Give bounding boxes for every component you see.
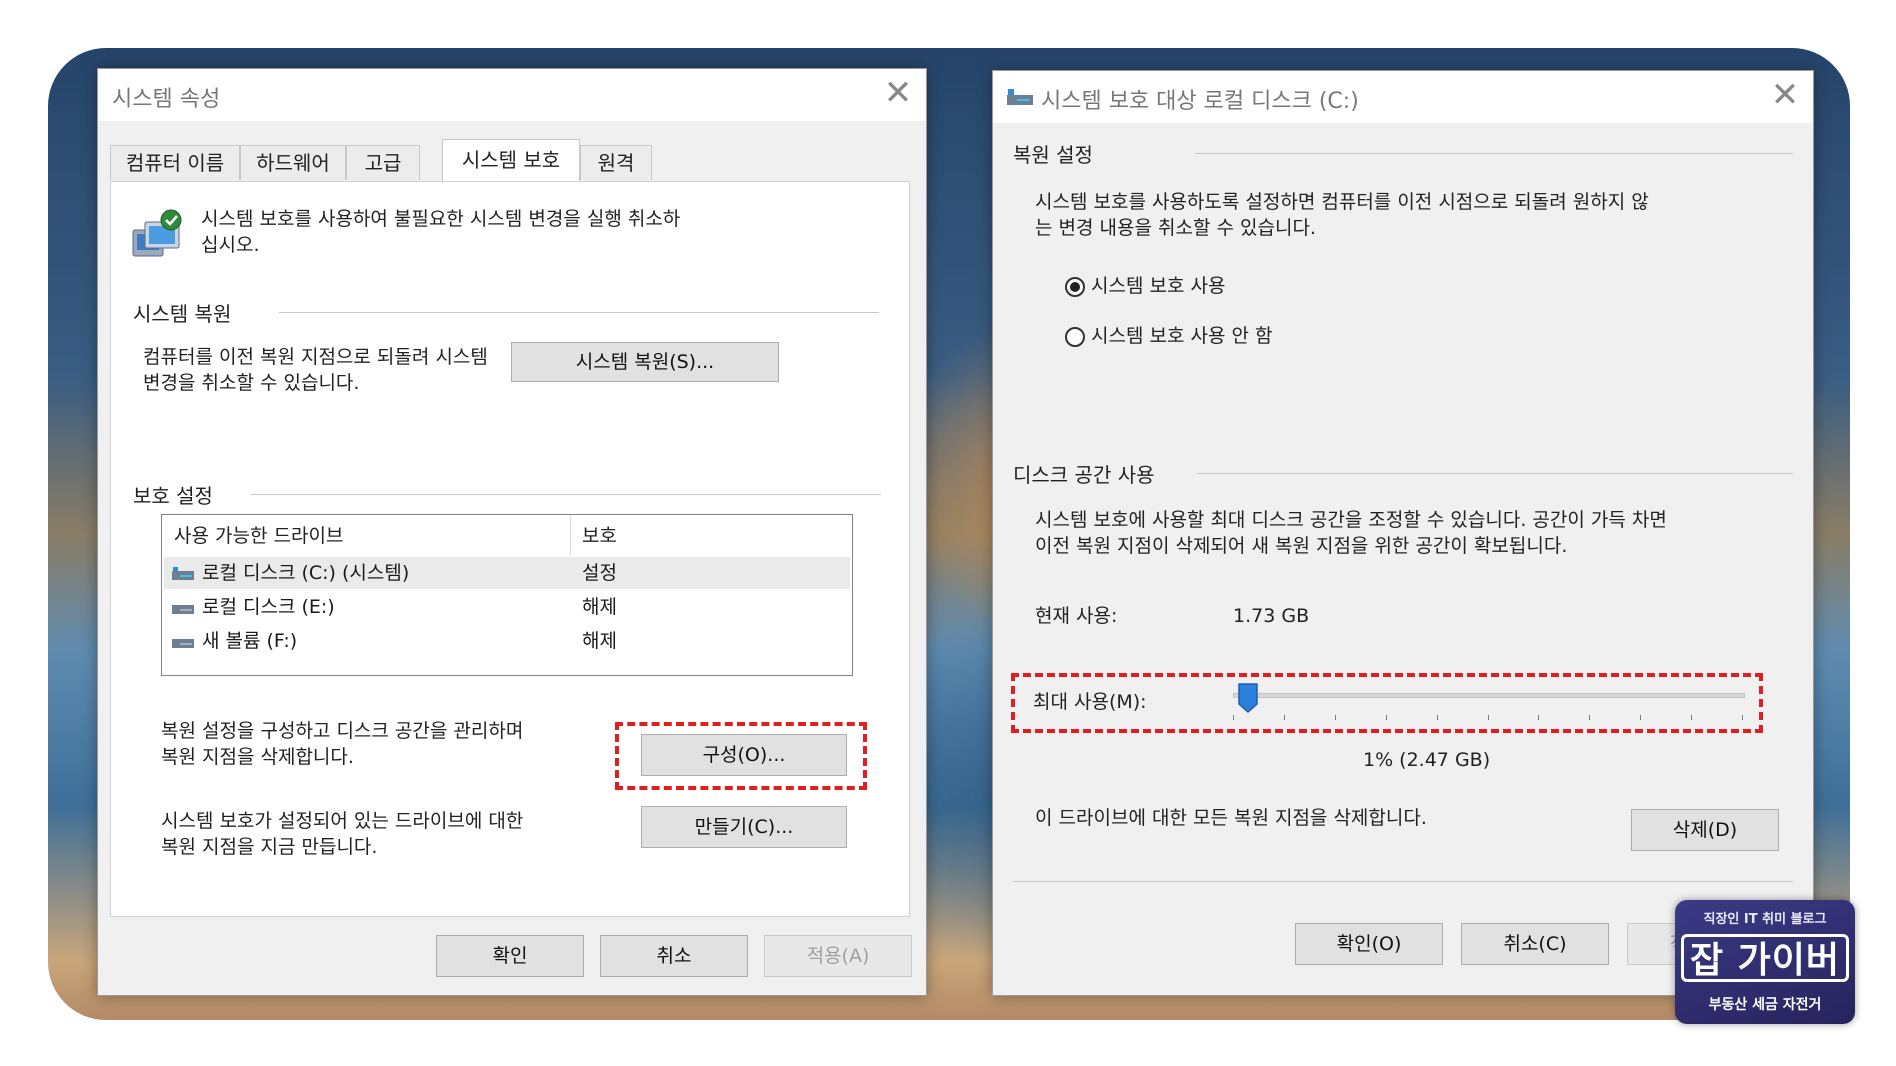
watermark-top-text: 직장인 IT 취미 블로그 (1703, 912, 1827, 927)
slider-tick (1335, 715, 1336, 720)
radio-label: 시스템 보호 사용 (1091, 275, 1226, 297)
drive-name: 로컬 디스크 (C:) (시스템) (202, 562, 410, 584)
ok-button[interactable]: 확인 (436, 935, 584, 977)
current-usage-label: 현재 사용: (1035, 605, 1118, 627)
slider-track[interactable] (1233, 693, 1745, 698)
divider (251, 494, 881, 495)
radio-button[interactable] (1065, 277, 1085, 297)
slider-tick (1640, 715, 1641, 720)
delete-button[interactable]: 삭제(D) (1631, 809, 1779, 851)
title-bar: 시스템 보호 대상 로컬 디스크 (C:) ✕ (993, 71, 1813, 123)
cancel-button[interactable]: 취소 (600, 935, 748, 977)
restore-settings-heading: 복원 설정 (1013, 143, 1093, 167)
current-usage-value: 1.73 GB (1233, 605, 1310, 627)
watermark-badge: 직장인 IT 취미 블로그 잡 가이버 부동산 세금 자전거 (1675, 900, 1855, 1024)
delete-description: 이 드라이브에 대한 모든 복원 지점을 삭제합니다. (1035, 807, 1427, 829)
slider-tick (1538, 715, 1539, 720)
create-description: 시스템 보호가 설정되어 있는 드라이브에 대한 복원 지점을 지금 만듭니다. (161, 810, 524, 858)
protection-settings-heading: 보호 설정 (133, 484, 213, 508)
watermark-logo: 잡 가이버 (1681, 934, 1849, 982)
drive-row[interactable]: 로컬 디스크 (C:) (시스템) 설정 (164, 557, 850, 589)
system-protection-icon (132, 209, 182, 257)
max-usage-label: 최대 사용(M): (1033, 691, 1147, 713)
drive-title-icon (1007, 89, 1033, 105)
slider-tick (1233, 715, 1234, 720)
drive-icon (172, 639, 194, 648)
disk-usage-heading: 디스크 공간 사용 (1013, 463, 1155, 487)
system-restore-heading: 시스템 복원 (133, 302, 232, 326)
drive-icon (172, 605, 194, 614)
create-button[interactable]: 만들기(C)... (641, 806, 847, 848)
system-properties-dialog: 시스템 속성 ✕ 컴퓨터 이름 하드웨어 고급 시스템 보호 원격 시스템 보호… (97, 68, 927, 996)
slider-tick (1386, 715, 1387, 720)
slider-tick (1488, 715, 1489, 720)
slider-tick (1589, 715, 1590, 720)
drive-list[interactable]: 사용 가능한 드라이브 보호 로컬 디스크 (C:) (시스템) 설정 로컬 디… (161, 514, 853, 676)
close-button[interactable]: ✕ (1765, 75, 1805, 115)
disk-usage-description: 시스템 보호에 사용할 최대 디스크 공간을 조정할 수 있습니다. 공간이 가… (1035, 509, 1667, 557)
column-header-protection[interactable]: 보호 (582, 521, 617, 548)
title-bar: 시스템 속성 ✕ (98, 69, 926, 121)
cancel-button[interactable]: 취소(C) (1461, 923, 1609, 965)
radio-enable-protection[interactable]: 시스템 보호 사용 (1065, 273, 1325, 301)
tab-hardware[interactable]: 하드웨어 (240, 145, 346, 180)
slider-tick (1691, 715, 1692, 720)
divider (1195, 153, 1793, 154)
radio-label: 시스템 보호 사용 안 함 (1091, 325, 1273, 347)
system-restore-button[interactable]: 시스템 복원(S)... (511, 342, 779, 382)
drive-protection-status: 해제 (582, 630, 617, 652)
radio-disable-protection[interactable]: 시스템 보호 사용 안 함 (1065, 323, 1365, 351)
system-drive-icon (172, 567, 194, 580)
tab-advanced[interactable]: 고급 (346, 145, 420, 180)
apply-button[interactable]: 적용(A) (764, 935, 912, 977)
tab-remote[interactable]: 원격 (580, 145, 652, 180)
slider-value-text: 1% (2.47 GB) (1363, 749, 1491, 771)
max-usage-slider[interactable] (1233, 683, 1745, 727)
ok-button[interactable]: 확인(O) (1295, 923, 1443, 965)
divider (1013, 881, 1793, 882)
slider-ticks (1233, 715, 1743, 721)
slider-thumb[interactable] (1238, 683, 1258, 713)
radio-dot (1070, 282, 1080, 292)
drive-protection-status: 설정 (582, 562, 617, 584)
drive-protection-status: 해제 (582, 596, 617, 618)
system-protection-drive-dialog: 시스템 보호 대상 로컬 디스크 (C:) ✕ 복원 설정 시스템 보호를 사용… (992, 70, 1814, 996)
intro-text: 시스템 보호를 사용하여 불필요한 시스템 변경을 실행 취소하 십시오. (201, 208, 681, 256)
column-divider (570, 515, 571, 555)
watermark-bottom-text: 부동산 세금 자전거 (1708, 997, 1822, 1013)
tab-system-protection[interactable]: 시스템 보호 (442, 139, 580, 182)
drive-row[interactable]: 로컬 디스크 (E:) 해제 (164, 591, 850, 623)
tab-computer-name[interactable]: 컴퓨터 이름 (110, 145, 240, 180)
divider (279, 312, 879, 313)
window-title: 시스템 속성 (112, 87, 221, 112)
slider-tick (1742, 715, 1743, 720)
close-button[interactable]: ✕ (878, 73, 918, 113)
column-header-drives[interactable]: 사용 가능한 드라이브 (174, 521, 343, 548)
slider-tick (1437, 715, 1438, 720)
system-protection-panel: 시스템 보호를 사용하여 불필요한 시스템 변경을 실행 취소하 십시오. 시스… (110, 181, 910, 917)
drive-name: 로컬 디스크 (E:) (202, 596, 335, 618)
slider-tick (1284, 715, 1285, 720)
drive-row[interactable]: 새 볼륨 (F:) 해제 (164, 625, 850, 657)
divider (1197, 473, 1793, 474)
configure-description: 복원 설정을 구성하고 디스크 공간을 관리하며 복원 지점을 삭제합니다. (161, 720, 524, 768)
window-title: 시스템 보호 대상 로컬 디스크 (C:) (1041, 89, 1359, 114)
restore-settings-description: 시스템 보호를 사용하도록 설정하면 컴퓨터를 이전 시점으로 되돌려 원하지 … (1035, 191, 1649, 239)
configure-button[interactable]: 구성(O)... (641, 734, 847, 776)
drive-name: 새 볼륨 (F:) (202, 630, 298, 652)
radio-button[interactable] (1065, 327, 1085, 347)
